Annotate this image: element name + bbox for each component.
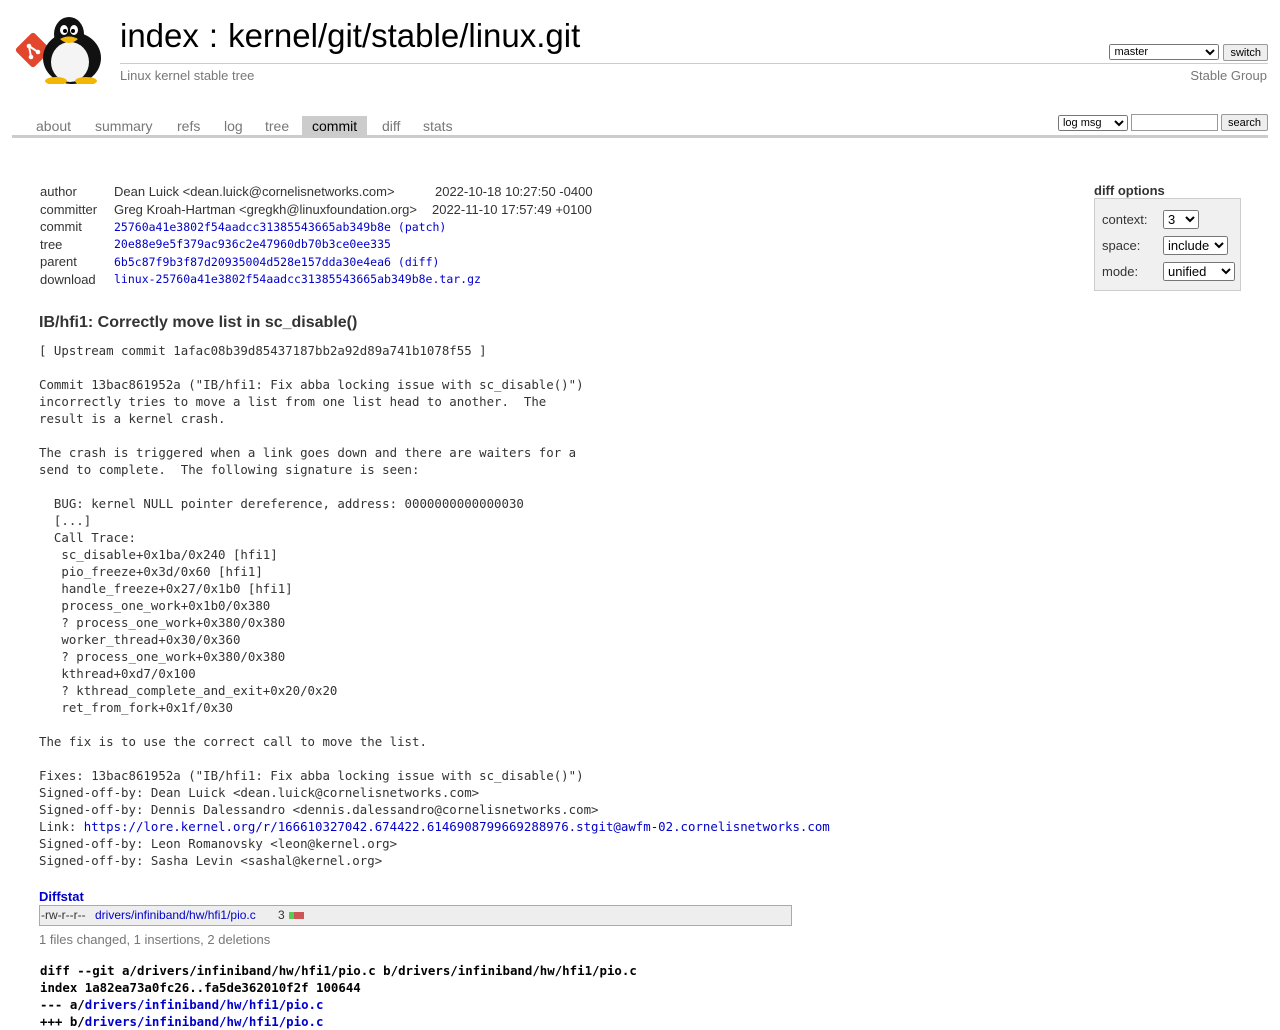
diffstat-graph xyxy=(289,912,304,919)
branch-select[interactable]: master xyxy=(1109,44,1220,60)
diff-old-file-link[interactable]: drivers/infiniband/hw/hfi1/pio.c xyxy=(85,997,324,1012)
author-date: 2022-10-18 10:27:50 -0400 xyxy=(434,184,593,200)
commit-message-trailers: Signed-off-by: Leon Romanovsky <leon@ker… xyxy=(39,836,398,868)
mode-label: mode: xyxy=(1102,264,1139,279)
commit-message-body: [ Upstream commit 1afac08b39d85437187bb2… xyxy=(39,343,599,817)
space-select[interactable]: include xyxy=(1163,236,1228,255)
parent-label: parent xyxy=(40,254,77,270)
switch-button[interactable]: switch xyxy=(1223,44,1268,61)
parent-row: parent 6b5c87f9b3f87d20935004d528e157dda… xyxy=(38,253,601,271)
download-link[interactable]: linux-25760a41e3802f54aadcc31385543665ab… xyxy=(114,272,481,286)
tree-row: tree 20e88e9e5f379ac936c2e47960db70b3ce0… xyxy=(38,236,601,254)
diffstat-summary: 1 files changed, 1 insertions, 2 deletio… xyxy=(39,932,271,947)
diffstat-file-link[interactable]: drivers/infiniband/hw/hfi1/pio.c xyxy=(95,908,256,922)
tab-refs[interactable]: refs xyxy=(177,116,200,135)
context-label: context: xyxy=(1102,212,1148,227)
tree-hash-cell: 20e88e9e5f379ac936c2e47960db70b3ce0ee335 xyxy=(112,236,601,254)
commit-hash-cell: 25760a41e3802f54aadcc31385543665ab349b8e… xyxy=(112,218,601,236)
file-mode: -rw-r--r-- xyxy=(41,908,86,922)
deletions-bar xyxy=(293,912,304,919)
branch-switch-form: master switch xyxy=(1109,44,1268,61)
commit-hash-link[interactable]: 25760a41e3802f54aadcc31385543665ab349b8e xyxy=(114,220,391,234)
tree-label: tree xyxy=(40,236,63,252)
commit-row: commit 25760a41e3802f54aadcc31385543665a… xyxy=(38,218,601,236)
diff-new-prefix: +++ b/ xyxy=(40,1014,85,1029)
author-value: Dean Luick <dean.luick@cornelisnetworks.… xyxy=(114,184,395,200)
repo-description: Linux kernel stable tree xyxy=(120,68,255,83)
index-link[interactable]: index xyxy=(120,17,199,54)
committer-row: committer Greg Kroah-Hartman <gregkh@lin… xyxy=(38,201,601,219)
mode-select[interactable]: unified xyxy=(1163,262,1235,281)
commit-info-table: author Dean Luick <dean.luick@cornelisne… xyxy=(38,183,601,288)
tab-diff[interactable]: diff xyxy=(382,116,400,135)
author-row: author Dean Luick <dean.luick@cornelisne… xyxy=(38,183,601,201)
diff-new-file-link[interactable]: drivers/infiniband/hw/hfi1/pio.c xyxy=(85,1014,324,1029)
tab-stats[interactable]: stats xyxy=(423,116,453,135)
search-scope-select[interactable]: log msg xyxy=(1057,114,1128,131)
tab-tree[interactable]: tree xyxy=(265,116,289,135)
download-row: download linux-25760a41e3802f54aadcc3138… xyxy=(38,271,601,289)
diff-index-line: index 1a82ea73a0fc26..fa5de362010f2f 100… xyxy=(40,980,361,995)
search-form: log msg search xyxy=(1057,114,1268,131)
diffstat-table: -rw-r--r-- drivers/infiniband/hw/hfi1/pi… xyxy=(39,905,792,926)
download-label: download xyxy=(40,271,96,287)
parent-diff-link[interactable]: (diff) xyxy=(398,255,440,269)
site-logo-icon[interactable] xyxy=(14,12,110,85)
commit-message: [ Upstream commit 1afac08b39d85437187bb2… xyxy=(39,342,830,869)
diff-git-line: diff --git a/drivers/infiniband/hw/hfi1/… xyxy=(40,963,637,978)
tab-log[interactable]: log xyxy=(224,116,243,135)
lore-link[interactable]: https://lore.kernel.org/r/166610327042.6… xyxy=(84,819,830,834)
space-label: space: xyxy=(1102,238,1141,253)
diffstat-change-count: 3 xyxy=(278,908,285,922)
diff-options-panel: context: 3 space: include mode: unified xyxy=(1094,198,1241,291)
title-separator: : xyxy=(208,17,219,54)
page-title: index: kernel/git/stable/linux.git xyxy=(120,17,580,55)
download-cell: linux-25760a41e3802f54aadcc31385543665ab… xyxy=(112,271,601,289)
diff-old-prefix: --- a/ xyxy=(40,997,85,1012)
tab-summary[interactable]: summary xyxy=(95,116,153,135)
commit-subject: IB/hfi1: Correctly move list in sc_disab… xyxy=(39,314,358,331)
context-select[interactable]: 3 xyxy=(1163,210,1199,229)
header-divider xyxy=(120,63,1268,64)
tab-commit[interactable]: commit xyxy=(302,116,368,135)
link-trailer-label: Link: xyxy=(39,819,84,834)
stable-group-link[interactable]: Stable Group xyxy=(1190,68,1267,83)
tree-hash-link[interactable]: 20e88e9e5f379ac936c2e47960db70b3ce0ee335 xyxy=(114,237,391,251)
author-label: author xyxy=(40,184,77,200)
repo-link[interactable]: kernel/git/stable/linux.git xyxy=(228,17,580,54)
parent-hash-cell: 6b5c87f9b3f87d20935004d528e157dda30e4ea6… xyxy=(112,253,601,271)
commit-label: commit xyxy=(40,219,82,235)
parent-hash-link[interactable]: 6b5c87f9b3f87d20935004d528e157dda30e4ea6 xyxy=(114,255,391,269)
search-button[interactable]: search xyxy=(1220,114,1268,131)
patch-link[interactable]: (patch) xyxy=(398,220,446,234)
diff-options-title: diff options xyxy=(1094,183,1165,198)
diffstat-header-link[interactable]: Diffstat xyxy=(39,889,84,904)
diff-file-header: diff --git a/drivers/infiniband/hw/hfi1/… xyxy=(40,962,637,1030)
committer-date: 2022-11-10 17:57:49 +0100 xyxy=(431,201,592,217)
tab-about[interactable]: about xyxy=(36,116,71,135)
search-input[interactable] xyxy=(1130,114,1218,131)
committer-value: Greg Kroah-Hartman <gregkh@linuxfoundati… xyxy=(114,201,417,217)
committer-label: committer xyxy=(40,201,98,217)
